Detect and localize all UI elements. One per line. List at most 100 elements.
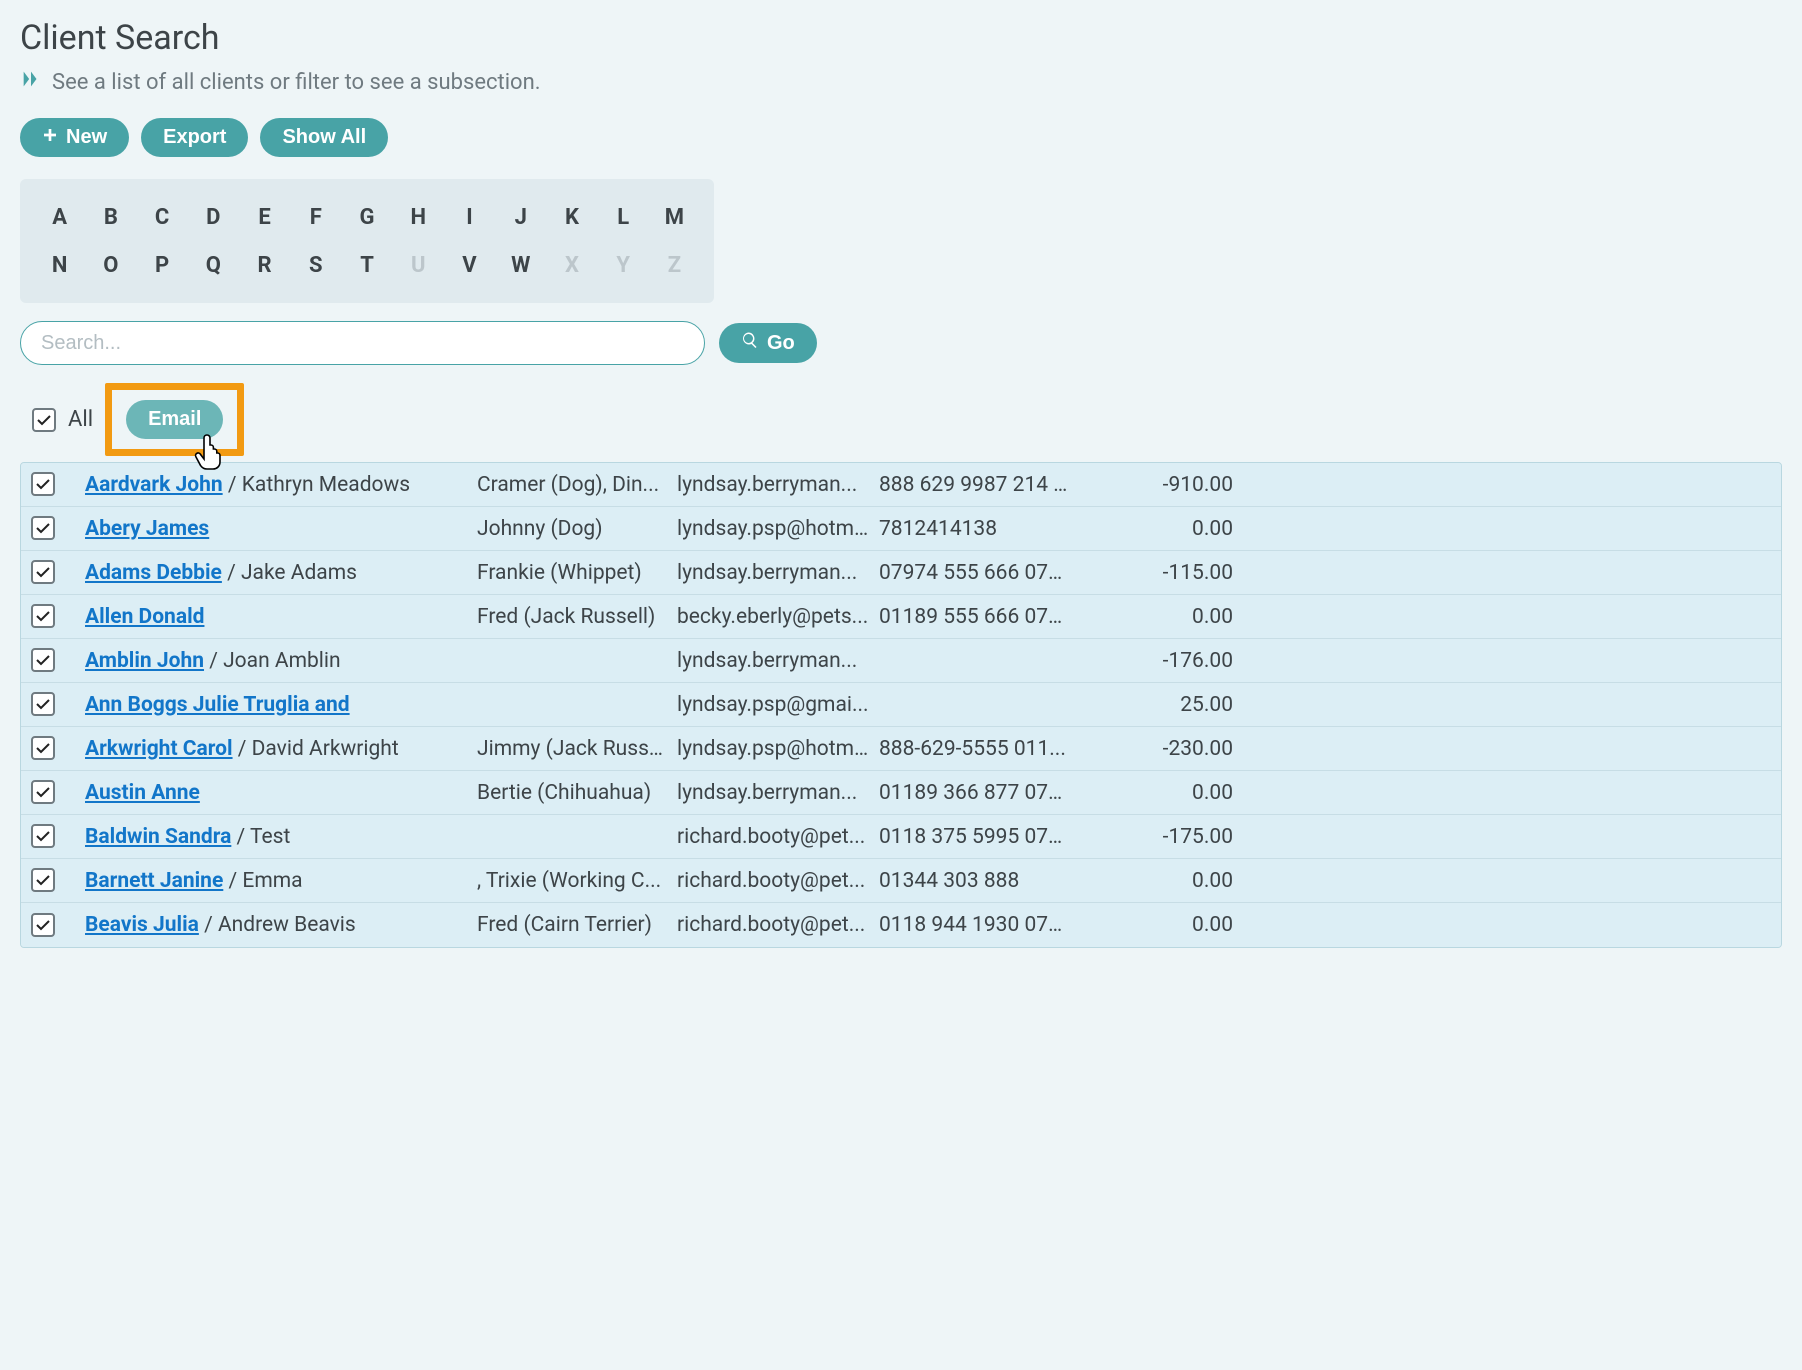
client-name-link[interactable]: Austin Anne bbox=[85, 781, 200, 805]
show-all-button[interactable]: Show All bbox=[260, 118, 388, 157]
balance-cell: -176.00 bbox=[1079, 649, 1239, 673]
client-secondary-name: / Kathryn Meadows bbox=[223, 473, 411, 497]
alpha-letter-p[interactable]: P bbox=[136, 241, 187, 289]
table-row[interactable]: Arkwright Carol / David ArkwrightJimmy (… bbox=[21, 727, 1781, 771]
row-checkbox-cell bbox=[31, 736, 85, 761]
alpha-letter-f[interactable]: F bbox=[290, 193, 341, 241]
table-row[interactable]: Austin AnneBertie (Chihuahua)lyndsay.ber… bbox=[21, 771, 1781, 815]
client-name-cell: Beavis Julia / Andrew Beavis bbox=[85, 913, 477, 937]
client-name-link[interactable]: Barnett Janine bbox=[85, 869, 223, 893]
client-name-link[interactable]: Abery James bbox=[85, 517, 209, 541]
alpha-filter-panel: ABCDEFGHIJKLM NOPQRSTUVWXYZ bbox=[20, 179, 714, 303]
client-name-cell: Allen Donald bbox=[85, 605, 477, 629]
go-button[interactable]: Go bbox=[719, 323, 817, 363]
client-secondary-name: / Jake Adams bbox=[222, 561, 357, 585]
alpha-row-2: NOPQRSTUVWXYZ bbox=[34, 241, 700, 289]
client-name-link[interactable]: Amblin John bbox=[85, 649, 204, 673]
table-row[interactable]: Beavis Julia / Andrew BeavisFred (Cairn … bbox=[21, 903, 1781, 947]
client-name-cell: Baldwin Sandra / Test bbox=[85, 825, 477, 849]
alpha-letter-t[interactable]: T bbox=[341, 241, 392, 289]
table-row[interactable]: Ann Boggs Julie Truglia and lyndsay.psp@g… bbox=[21, 683, 1781, 727]
row-checkbox[interactable] bbox=[31, 736, 55, 760]
search-row: Go bbox=[20, 321, 1782, 365]
row-checkbox-cell bbox=[31, 692, 85, 717]
table-row[interactable]: Aardvark John / Kathryn MeadowsCramer (D… bbox=[21, 463, 1781, 507]
search-input[interactable] bbox=[20, 321, 705, 365]
alpha-letter-c[interactable]: C bbox=[136, 193, 187, 241]
alpha-letter-i[interactable]: I bbox=[444, 193, 495, 241]
row-checkbox[interactable] bbox=[31, 913, 55, 937]
alpha-letter-w[interactable]: W bbox=[495, 241, 546, 289]
phone-cell: 01189 555 666 077... bbox=[879, 605, 1079, 629]
client-secondary-name: / Emma bbox=[223, 869, 302, 893]
alpha-letter-k[interactable]: K bbox=[546, 193, 597, 241]
table-row[interactable]: Baldwin Sandra / Testrichard.booty@pet..… bbox=[21, 815, 1781, 859]
client-name-link[interactable]: Arkwright Carol bbox=[85, 737, 233, 761]
row-checkbox[interactable] bbox=[31, 692, 55, 716]
client-name-cell: Barnett Janine / Emma bbox=[85, 869, 477, 893]
client-secondary-name: / Joan Amblin bbox=[204, 649, 341, 673]
client-name-cell: Arkwright Carol / David Arkwright bbox=[85, 737, 477, 761]
table-row[interactable]: Barnett Janine / Emma, Trixie (Working C… bbox=[21, 859, 1781, 903]
balance-cell: 25.00 bbox=[1079, 693, 1239, 717]
client-name-link[interactable]: Baldwin Sandra bbox=[85, 825, 231, 849]
select-all-label: All bbox=[68, 407, 93, 432]
alpha-letter-h[interactable]: H bbox=[393, 193, 444, 241]
row-checkbox[interactable] bbox=[31, 604, 55, 628]
export-button[interactable]: Export bbox=[141, 118, 248, 157]
email-cell: becky.eberly@pets... bbox=[677, 605, 879, 629]
email-cell: lyndsay.psp@hotm... bbox=[677, 737, 879, 761]
row-checkbox-cell bbox=[31, 780, 85, 805]
client-name-link[interactable]: Aardvark John bbox=[85, 473, 223, 497]
email-button-label: Email bbox=[148, 408, 201, 431]
client-name-cell: Ann Boggs Julie Truglia and bbox=[85, 693, 477, 717]
alpha-letter-j[interactable]: J bbox=[495, 193, 546, 241]
alpha-letter-g[interactable]: G bbox=[341, 193, 392, 241]
table-row[interactable]: Adams Debbie / Jake AdamsFrankie (Whippe… bbox=[21, 551, 1781, 595]
alpha-letter-o[interactable]: O bbox=[85, 241, 136, 289]
client-name-link[interactable]: Adams Debbie bbox=[85, 561, 222, 585]
row-checkbox-cell bbox=[31, 868, 85, 893]
alpha-letter-s[interactable]: S bbox=[290, 241, 341, 289]
client-name-link[interactable]: Allen Donald bbox=[85, 605, 204, 629]
alpha-letter-r[interactable]: R bbox=[239, 241, 290, 289]
balance-cell: 0.00 bbox=[1079, 517, 1239, 541]
phone-cell: 888 629 9987 214 ... bbox=[879, 473, 1079, 497]
alpha-letter-y: Y bbox=[598, 241, 649, 289]
alpha-letter-q[interactable]: Q bbox=[188, 241, 239, 289]
alpha-letter-b[interactable]: B bbox=[85, 193, 136, 241]
email-cell: lyndsay.psp@gmai... bbox=[677, 693, 879, 717]
client-name-link[interactable]: Beavis Julia bbox=[85, 913, 199, 937]
balance-cell: -175.00 bbox=[1079, 825, 1239, 849]
email-highlight-box: Email bbox=[105, 383, 244, 456]
row-checkbox[interactable] bbox=[31, 824, 55, 848]
phone-cell: 01344 303 888 bbox=[879, 869, 1079, 893]
row-checkbox[interactable] bbox=[31, 516, 55, 540]
table-row[interactable]: Abery JamesJohnny (Dog)lyndsay.psp@hotm.… bbox=[21, 507, 1781, 551]
row-checkbox[interactable] bbox=[31, 560, 55, 584]
alpha-letter-d[interactable]: D bbox=[188, 193, 239, 241]
client-secondary-name: / Test bbox=[231, 825, 290, 849]
balance-cell: -230.00 bbox=[1079, 737, 1239, 761]
new-button[interactable]: New bbox=[20, 118, 129, 157]
email-cell: lyndsay.berryman... bbox=[677, 473, 879, 497]
alpha-letter-a[interactable]: A bbox=[34, 193, 85, 241]
row-checkbox[interactable] bbox=[31, 648, 55, 672]
chevrons-right-icon bbox=[20, 68, 42, 96]
alpha-letter-e[interactable]: E bbox=[239, 193, 290, 241]
table-row[interactable]: Amblin John / Joan Amblin lyndsay.berryma… bbox=[21, 639, 1781, 683]
table-row[interactable]: Allen DonaldFred (Jack Russell)becky.ebe… bbox=[21, 595, 1781, 639]
alpha-letter-l[interactable]: L bbox=[598, 193, 649, 241]
row-checkbox[interactable] bbox=[31, 868, 55, 892]
cursor-pointer-icon bbox=[193, 429, 231, 471]
select-all-checkbox[interactable] bbox=[32, 408, 56, 432]
phone-cell: 01189 366 877 075... bbox=[879, 781, 1079, 805]
client-name-link[interactable]: Ann Boggs Julie Truglia and bbox=[85, 693, 350, 717]
row-checkbox[interactable] bbox=[31, 472, 55, 496]
alpha-letter-n[interactable]: N bbox=[34, 241, 85, 289]
pet-cell: Bertie (Chihuahua) bbox=[477, 781, 677, 805]
row-checkbox[interactable] bbox=[31, 780, 55, 804]
alpha-letter-v[interactable]: V bbox=[444, 241, 495, 289]
alpha-letter-m[interactable]: M bbox=[649, 193, 700, 241]
email-cell: lyndsay.berryman... bbox=[677, 649, 879, 673]
